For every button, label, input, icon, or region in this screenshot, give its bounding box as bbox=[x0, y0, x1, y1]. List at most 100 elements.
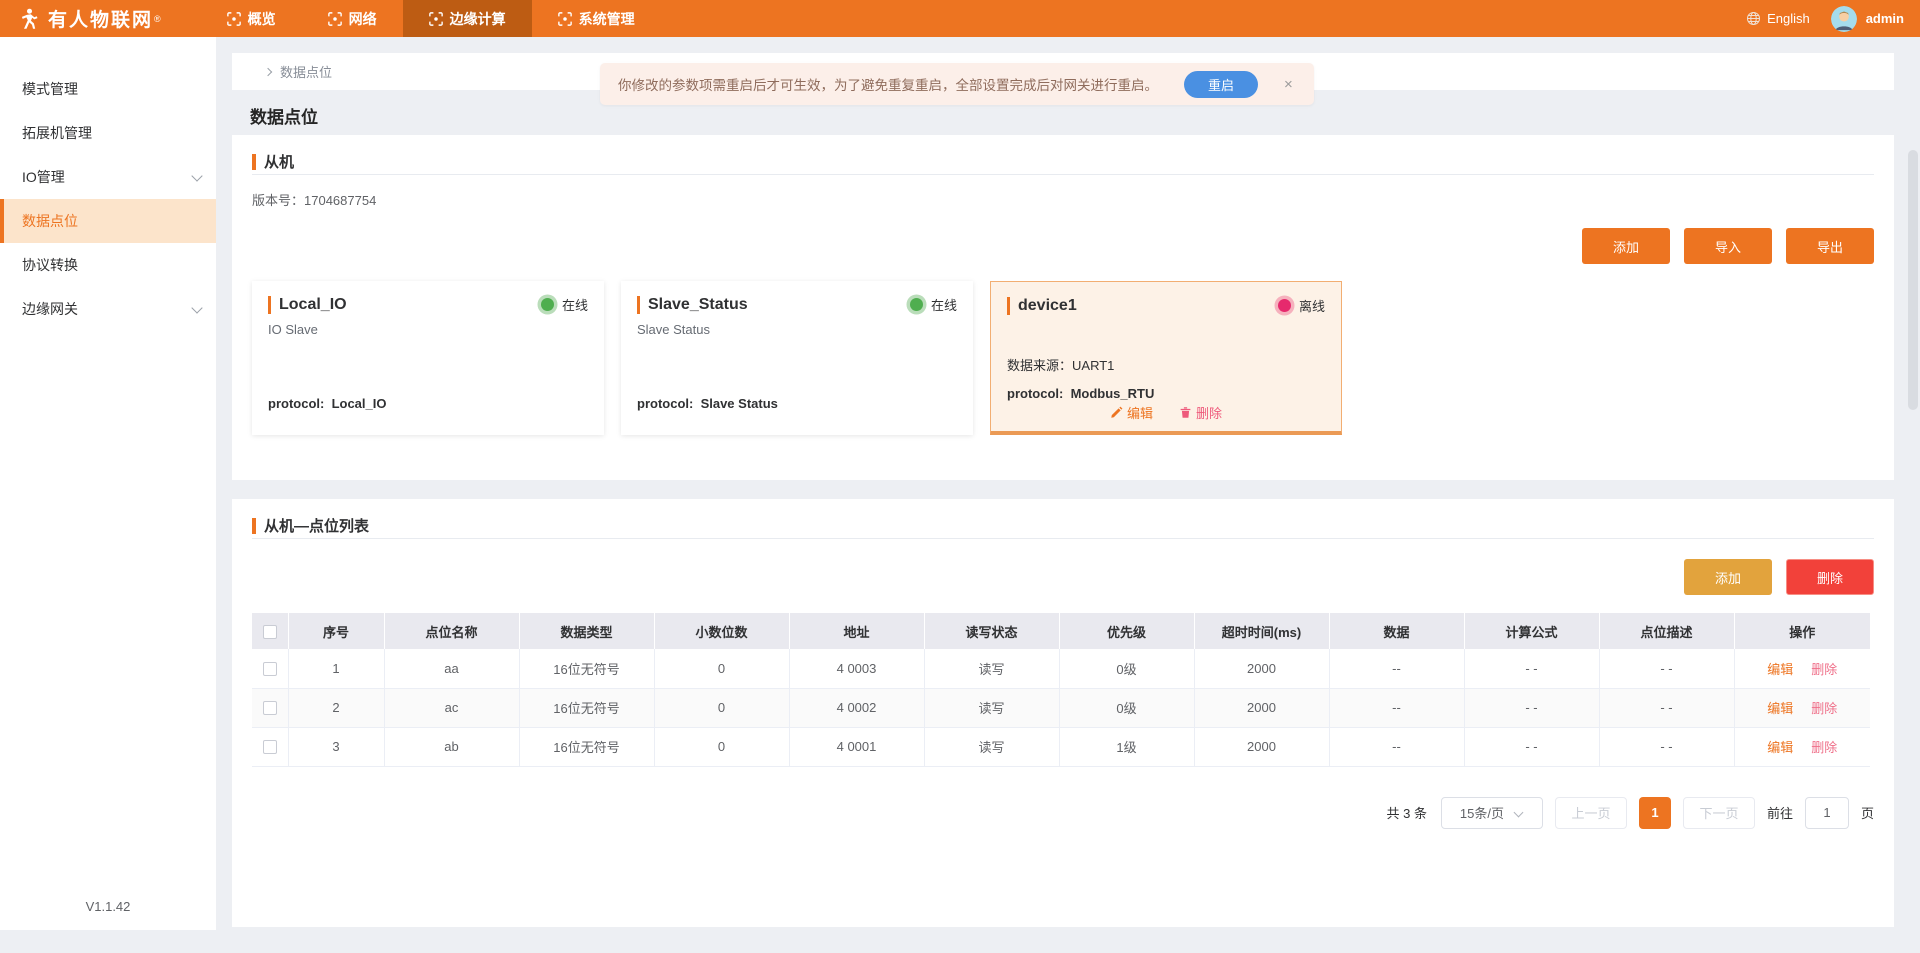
edit-slave-link[interactable]: 编辑 bbox=[1110, 403, 1153, 422]
protocol-value: Local_IO bbox=[332, 396, 387, 411]
delete-points-button[interactable]: 删除 bbox=[1786, 559, 1874, 595]
status-badge: 在线 bbox=[910, 295, 957, 314]
cell-priority: 0级 bbox=[1059, 649, 1194, 688]
cell-rw: 读写 bbox=[924, 727, 1059, 766]
slave-name: device1 bbox=[1018, 297, 1077, 315]
chevron-right-icon bbox=[264, 68, 272, 76]
sidebar-item-edge-gateway[interactable]: 边缘网关 bbox=[0, 287, 216, 331]
row-select-cell bbox=[252, 688, 288, 727]
table-row: 2 ac 16位无符号 0 4 0002 读写 0级 2000 -- - - -… bbox=[252, 688, 1870, 727]
cell-priority: 1级 bbox=[1059, 727, 1194, 766]
export-button[interactable]: 导出 bbox=[1786, 228, 1874, 264]
row-delete-link[interactable]: 删除 bbox=[1811, 701, 1837, 716]
row-edit-link[interactable]: 编辑 bbox=[1767, 740, 1793, 755]
tab-label: 边缘计算 bbox=[450, 9, 506, 29]
tab-overview[interactable]: 概览 bbox=[201, 0, 302, 37]
offline-dot-icon bbox=[1278, 299, 1291, 312]
status-badge: 离线 bbox=[1278, 296, 1325, 315]
goto-page-input[interactable] bbox=[1805, 797, 1849, 829]
cell-ops: 编辑 删除 bbox=[1734, 688, 1870, 727]
points-table: 序号 点位名称 数据类型 小数位数 地址 读写状态 优先级 超时时间(ms) 数… bbox=[252, 613, 1870, 767]
edit-label: 编辑 bbox=[1127, 403, 1153, 422]
col-desc: 点位描述 bbox=[1599, 613, 1734, 649]
card-header: Local_IO 在线 bbox=[268, 295, 588, 314]
sidebar-item-expansion-management[interactable]: 拓展机管理 bbox=[0, 111, 216, 155]
tab-edge-computing[interactable]: 边缘计算 bbox=[403, 0, 532, 37]
add-point-button[interactable]: 添加 bbox=[1684, 559, 1772, 595]
slave-subtitle: IO Slave bbox=[268, 322, 588, 337]
sidebar-item-label: 数据点位 bbox=[22, 211, 78, 231]
row-edit-link[interactable]: 编辑 bbox=[1767, 701, 1793, 716]
nav-tabs: 概览 网络 边缘计算 系统管理 bbox=[201, 0, 661, 37]
prev-page-button[interactable]: 上一页 bbox=[1555, 797, 1627, 829]
tab-network[interactable]: 网络 bbox=[302, 0, 403, 37]
restart-banner-message: 你修改的参数项需重启后才可生效，为了避免重复重启，全部设置完成后对网关进行重启。 bbox=[618, 74, 1158, 94]
select-all-checkbox[interactable] bbox=[263, 625, 277, 639]
col-rw: 读写状态 bbox=[924, 613, 1059, 649]
spacer bbox=[1007, 315, 1325, 355]
cell-desc: - - bbox=[1599, 727, 1734, 766]
col-address: 地址 bbox=[789, 613, 924, 649]
col-data: 数据 bbox=[1329, 613, 1464, 649]
row-checkbox[interactable] bbox=[263, 701, 277, 715]
slave-card-device1[interactable]: device1 离线 数据来源：UART1 protocol: Modbus_R… bbox=[990, 281, 1342, 435]
restart-button[interactable]: 重启 bbox=[1184, 71, 1258, 98]
add-slave-button[interactable]: 添加 bbox=[1582, 228, 1670, 264]
language-switch[interactable]: English bbox=[1746, 11, 1810, 26]
card-header: Slave_Status 在线 bbox=[637, 295, 957, 314]
cell-address: 4 0003 bbox=[789, 649, 924, 688]
current-page-button[interactable]: 1 bbox=[1639, 797, 1671, 829]
row-checkbox[interactable] bbox=[263, 662, 277, 676]
delete-label: 删除 bbox=[1196, 403, 1222, 422]
slave-card-slave-status[interactable]: Slave_Status 在线 Slave Status protocol: S… bbox=[621, 281, 973, 435]
chevron-down-icon bbox=[193, 304, 202, 313]
delete-slave-link[interactable]: 删除 bbox=[1179, 403, 1222, 422]
cell-type: 16位无符号 bbox=[519, 688, 654, 727]
total-count-label: 共 3 条 bbox=[1387, 803, 1427, 822]
row-delete-link[interactable]: 删除 bbox=[1811, 740, 1837, 755]
section-accent-bar bbox=[252, 518, 256, 534]
points-toolbar: 添加 删除 bbox=[252, 559, 1874, 595]
chevron-down-icon bbox=[1514, 808, 1524, 818]
tab-system-management[interactable]: 系统管理 bbox=[532, 0, 661, 37]
table-header-row: 序号 点位名称 数据类型 小数位数 地址 读写状态 优先级 超时时间(ms) 数… bbox=[252, 613, 1870, 649]
cell-priority: 0级 bbox=[1059, 688, 1194, 727]
row-select-cell bbox=[252, 727, 288, 766]
cell-name: ac bbox=[384, 688, 519, 727]
avatar[interactable] bbox=[1831, 6, 1857, 32]
slaves-panel: 从机 版本号：1704687754 添加 导入 导出 Local_IO 在 bbox=[232, 135, 1894, 480]
slave-subtitle: Slave Status bbox=[637, 322, 957, 337]
breadcrumb-current[interactable]: 数据点位 bbox=[280, 62, 332, 81]
close-icon[interactable]: × bbox=[1284, 76, 1293, 93]
restart-banner: 你修改的参数项需重启后才可生效，为了避免重复重启，全部设置完成后对网关进行重启。… bbox=[600, 63, 1314, 105]
sidebar-item-protocol-conversion[interactable]: 协议转换 bbox=[0, 243, 216, 287]
col-priority: 优先级 bbox=[1059, 613, 1194, 649]
sidebar-item-data-points[interactable]: 数据点位 bbox=[0, 199, 216, 243]
sidebar-item-mode-management[interactable]: 模式管理 bbox=[0, 67, 216, 111]
row-delete-link[interactable]: 删除 bbox=[1811, 662, 1837, 677]
cell-seq: 2 bbox=[288, 688, 384, 727]
scrollbar-thumb[interactable] bbox=[1908, 150, 1918, 410]
card-accent-bar bbox=[637, 296, 640, 314]
username-label[interactable]: admin bbox=[1866, 11, 1904, 26]
page-size-value: 15条/页 bbox=[1460, 803, 1504, 822]
next-page-button[interactable]: 下一页 bbox=[1683, 797, 1755, 829]
cell-address: 4 0001 bbox=[789, 727, 924, 766]
import-button[interactable]: 导入 bbox=[1684, 228, 1772, 264]
cell-seq: 1 bbox=[288, 649, 384, 688]
slave-card-local-io[interactable]: Local_IO 在线 IO Slave protocol: Local_IO bbox=[252, 281, 604, 435]
row-checkbox[interactable] bbox=[263, 740, 277, 754]
col-name: 点位名称 bbox=[384, 613, 519, 649]
row-edit-link[interactable]: 编辑 bbox=[1767, 662, 1793, 677]
status-label: 离线 bbox=[1299, 296, 1325, 315]
col-seq: 序号 bbox=[288, 613, 384, 649]
person-logo-icon bbox=[16, 7, 40, 31]
card-header: device1 离线 bbox=[1007, 296, 1325, 315]
cell-ops: 编辑 删除 bbox=[1734, 727, 1870, 766]
col-timeout: 超时时间(ms) bbox=[1194, 613, 1329, 649]
brand-logo[interactable]: 有人物联网 ® bbox=[0, 0, 179, 37]
cell-formula: - - bbox=[1464, 649, 1599, 688]
sidebar-item-io-management[interactable]: IO管理 bbox=[0, 155, 216, 199]
page-size-select[interactable]: 15条/页 bbox=[1441, 797, 1543, 829]
protocol-line: protocol: Slave Status bbox=[637, 396, 957, 411]
